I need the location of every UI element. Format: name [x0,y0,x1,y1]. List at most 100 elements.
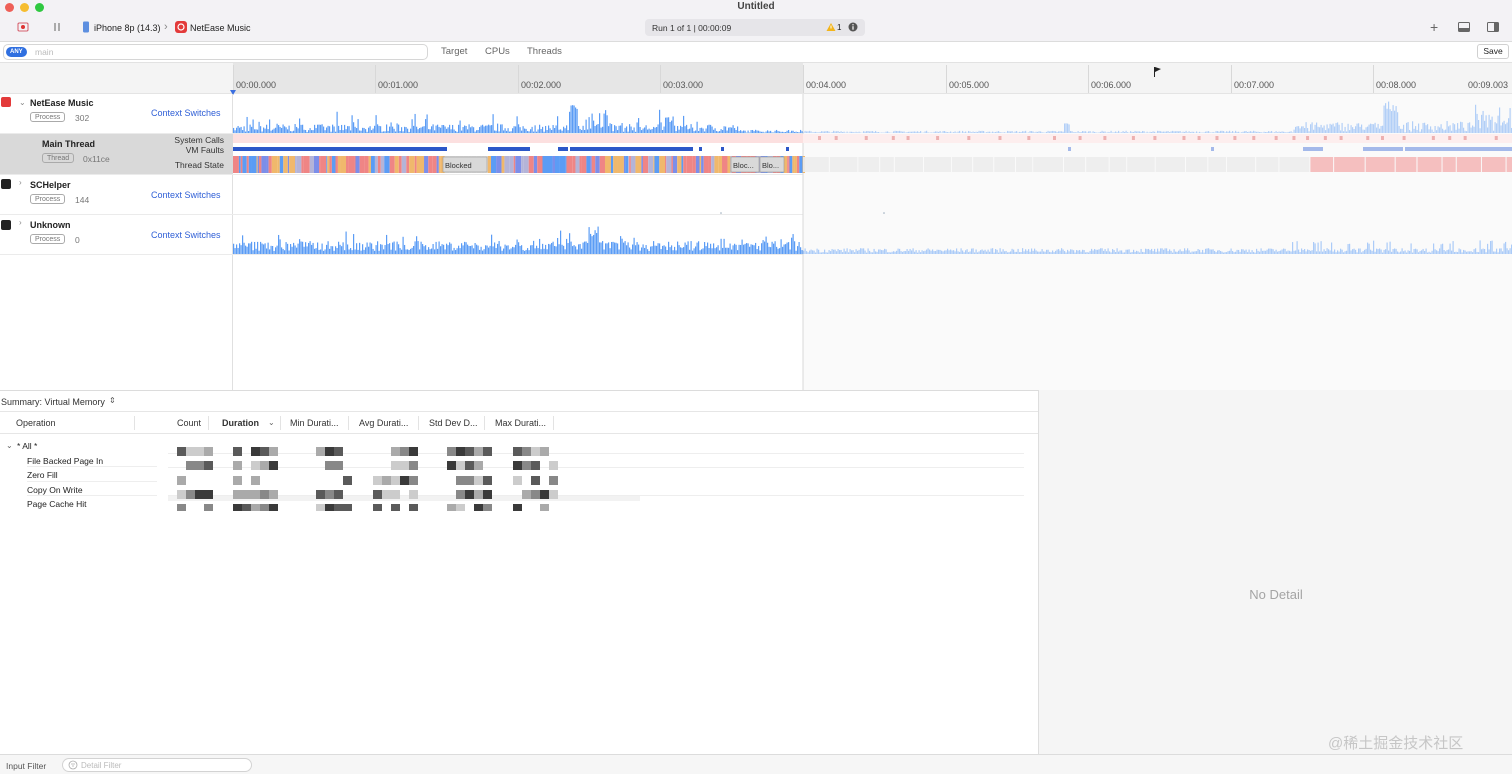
chevron-right-icon[interactable]: › [19,218,22,227]
cpu-bar [842,132,844,133]
right-panel-toggle-icon[interactable] [1487,22,1499,32]
timeline-canvas[interactable]: Blocked Bloc... Blo... [233,94,1512,390]
redacted-cell-block [391,476,400,485]
tab-target[interactable]: Target [441,46,467,57]
redacted-cell-block [233,447,242,456]
cpu-bar [1088,252,1090,254]
bottom-panel-toggle-icon[interactable] [1458,22,1470,32]
cpu-bar [606,115,608,133]
cpu-bar [1056,249,1058,254]
cpu-bar [1043,251,1045,254]
detail-filter-input[interactable]: Detail Filter [62,758,252,772]
redacted-cell-block [409,504,418,511]
cpu-bar [539,238,541,254]
table-row[interactable]: File Backed Page In [27,456,103,466]
tab-threads[interactable]: Threads [527,46,562,57]
chevron-down-icon[interactable]: ⌄ [6,441,13,450]
record-button[interactable] [17,22,29,32]
warning-icon[interactable] [826,22,836,32]
cpu-bar [242,130,244,133]
syscall-marker [1494,136,1498,140]
cpu-bar [408,131,410,133]
cpu-bar [419,128,421,133]
cpu-bar [359,242,361,254]
cpu-bar [438,126,440,133]
cpu-bar [1454,124,1456,133]
chevron-down-icon[interactable]: ⌄ [19,98,26,107]
cpu-bar [1382,125,1384,133]
cpu-bar [1052,130,1054,133]
redacted-cell-block [540,504,549,511]
table-row[interactable]: Copy On Write [27,485,83,495]
column-max-duration[interactable]: Max Durati... [495,418,546,428]
add-instrument-icon[interactable]: + [1430,19,1438,35]
context-switches-link[interactable]: Context Switches [151,108,221,118]
pause-button[interactable] [52,22,62,32]
thread-state-segment [432,156,437,173]
cpu-bar [279,126,281,133]
cpu-bar [1347,244,1349,254]
track-name: SCHelper [30,180,71,190]
tick-label: 00:00.000 [236,80,277,90]
cpu-bar [374,250,376,254]
cpu-bar [1107,131,1109,133]
cpu-bar [363,249,365,254]
table-row[interactable]: Zero Fill [27,470,58,480]
cpu-bar [237,125,239,133]
table-row[interactable]: * All * [17,441,37,451]
cpu-bar [1139,252,1141,254]
info-icon[interactable] [848,22,858,32]
cpu-bar [440,246,442,254]
target-app-selector[interactable]: NetEase Music [190,23,251,33]
sort-descending-icon[interactable]: ⌄ [268,418,275,427]
cpu-bar [987,131,989,133]
thread-state-segment [533,156,538,173]
cpu-bar [540,129,542,133]
scope-pill[interactable]: ANY [6,47,27,57]
vm-fault-span [570,147,693,151]
cpu-bar [690,124,692,133]
track-filter-input[interactable]: ANY main [3,44,428,60]
cpu-bar [1464,130,1466,133]
thread-state-segment [289,156,296,173]
table-row[interactable]: Page Cache Hit [27,499,87,509]
cpu-bar [362,244,364,254]
up-down-chevron-icon[interactable]: ⇕ [109,396,116,405]
cpu-bar [1478,120,1480,133]
context-switches-link[interactable]: Context Switches [151,230,221,240]
save-button[interactable]: Save [1477,44,1509,59]
cpu-bar [1167,251,1169,254]
cpu-bar [783,244,785,254]
cpu-bar [365,129,367,133]
process-tag: Process [30,194,66,204]
redacted-cell-block [204,461,213,470]
cpu-bar [446,243,448,254]
column-std-dev-duration[interactable]: Std Dev D... [429,418,478,428]
column-min-duration[interactable]: Min Durati... [290,418,339,428]
column-duration[interactable]: Duration [222,418,259,428]
cpu-bar [908,250,910,254]
cpu-bar [306,131,308,133]
column-avg-duration[interactable]: Avg Durati... [359,418,408,428]
cpu-bar [1209,132,1211,133]
tab-cpus[interactable]: CPUs [485,46,510,57]
summary-selector[interactable]: Summary: Virtual Memory [1,397,105,407]
context-switches-link[interactable]: Context Switches [151,190,221,200]
thread-state-segment [277,156,280,173]
flag-icon[interactable] [1153,66,1162,77]
column-count[interactable]: Count [177,418,201,428]
column-operation[interactable]: Operation [16,418,56,428]
thread-state-segment [438,156,441,173]
device-selector[interactable]: iPhone 8p (14.3) [94,23,161,33]
cpu-bar [531,126,533,133]
timeline-ruler[interactable]: 00:00.000 00:01.000 00:02.000 00:03.000 … [0,63,1512,95]
thread-state-segment [248,156,252,173]
chevron-right-icon[interactable]: › [19,178,22,187]
cpu-bar [858,249,860,254]
cpu-bar [855,249,857,254]
cpu-bar [1409,129,1411,133]
cpu-bar [1229,250,1231,254]
cpu-bar [705,128,707,133]
cpu-bar [533,240,535,254]
redacted-cell-block [251,504,260,511]
